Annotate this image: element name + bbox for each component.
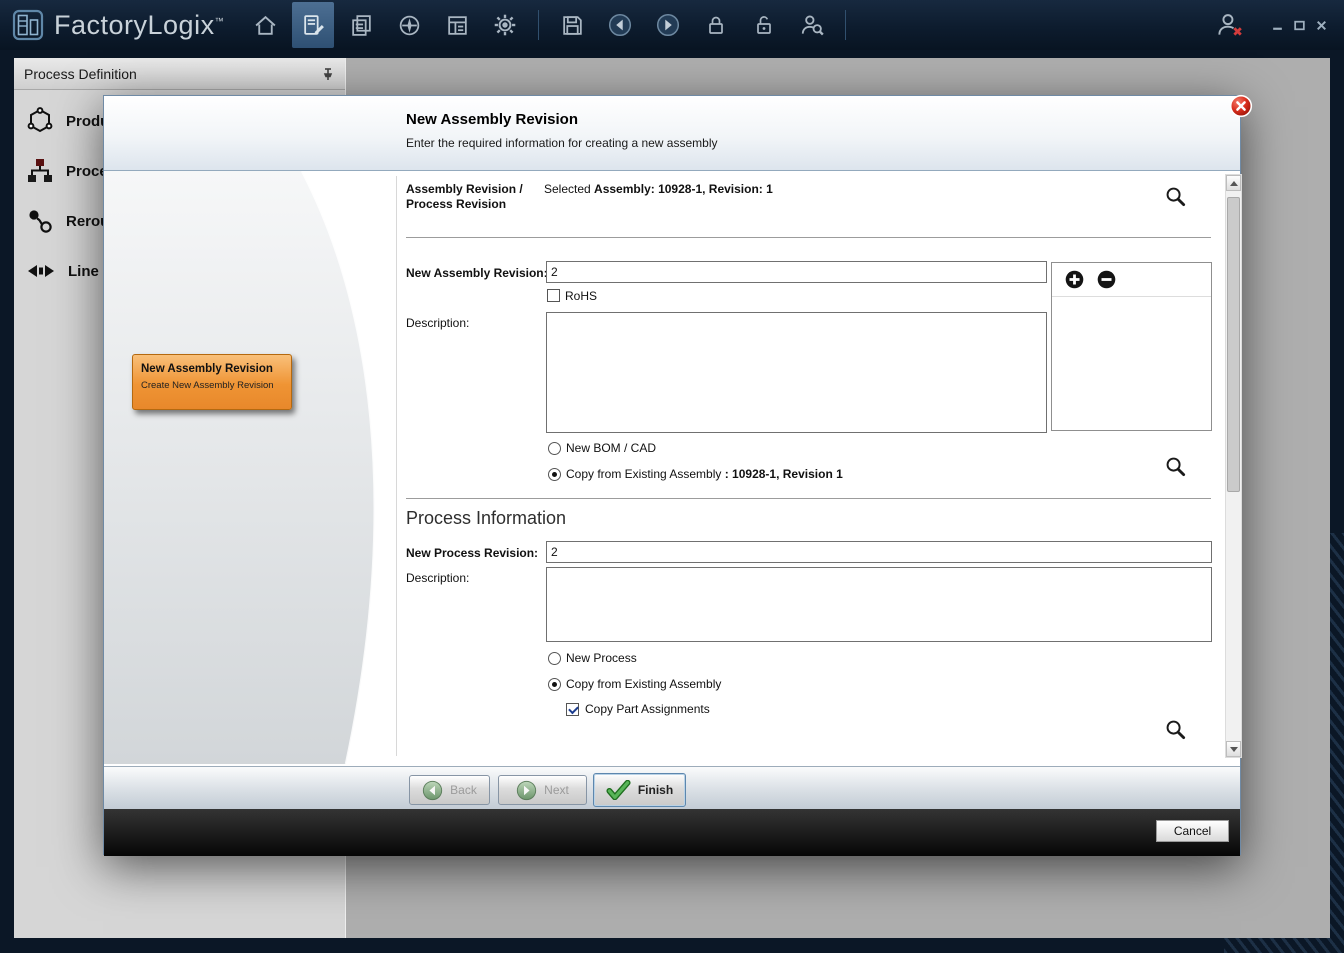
home-icon[interactable] <box>244 2 286 48</box>
app-logo-icon <box>12 9 44 41</box>
selected-assembly-text: Selected Assembly: 10928-1, Revision: 1 <box>544 182 773 196</box>
new-process-revision-label: New Process Revision: <box>406 546 538 560</box>
vertical-scrollbar[interactable] <box>1225 174 1242 758</box>
wizard-curve <box>104 171 396 764</box>
new-bom-cad-label: New BOM / CAD <box>566 441 656 455</box>
copy-label-value: : 10928-1, Revision 1 <box>725 467 843 481</box>
process-information-heading: Process Information <box>406 508 566 529</box>
app-title: FactoryLogix™ <box>54 10 224 41</box>
dialog-close-button[interactable] <box>1229 94 1253 118</box>
undo-icon[interactable] <box>599 2 641 48</box>
process-copy-from-existing-radio[interactable] <box>548 678 561 691</box>
back-arrow-icon <box>422 780 443 801</box>
new-process-label: New Process <box>566 651 637 665</box>
assembly-description-label: Description: <box>406 316 469 330</box>
back-button[interactable]: Back <box>409 775 490 805</box>
save-icon[interactable] <box>551 2 593 48</box>
next-button[interactable]: Next <box>498 775 587 805</box>
scroll-up-button[interactable] <box>1226 175 1241 191</box>
dialog-bottom-strip: Cancel <box>104 809 1240 856</box>
copy-label-text: Copy from Existing Assembly <box>566 467 725 481</box>
toolbar-separator <box>845 10 846 40</box>
lock-icon[interactable] <box>695 2 737 48</box>
finish-button-label: Finish <box>638 783 673 797</box>
new-assembly-revision-input[interactable] <box>546 261 1047 283</box>
dialog-subtitle: Enter the required information for creat… <box>406 136 718 150</box>
toolbar-separator <box>538 10 539 40</box>
assembly-search-icon[interactable] <box>1163 184 1187 208</box>
new-assembly-revision-dialog: New Assembly Revision Enter the required… <box>103 95 1241 855</box>
rohs-checkbox[interactable] <box>547 289 560 302</box>
minimize-button[interactable] <box>1271 19 1284 32</box>
dialog-footer: Back Next Finish <box>104 766 1240 809</box>
copy-assembly-search-icon[interactable] <box>1163 454 1187 478</box>
copy-part-assignments-checkbox[interactable] <box>566 703 579 716</box>
cancel-button[interactable]: Cancel <box>1156 820 1229 842</box>
assembly-description-textarea[interactable] <box>546 312 1047 433</box>
dialog-title: New Assembly Revision <box>406 111 578 128</box>
new-bom-cad-radio[interactable] <box>548 442 561 455</box>
reports-icon[interactable] <box>436 2 478 48</box>
scroll-down-button[interactable] <box>1226 741 1241 757</box>
copy-from-existing-assembly-label: Copy from Existing Assembly : 10928-1, R… <box>566 467 843 481</box>
user-search-icon[interactable] <box>791 2 833 48</box>
close-window-button[interactable] <box>1315 19 1328 32</box>
remove-icon[interactable] <box>1097 270 1116 289</box>
copy-part-assignments-label: Copy Part Assignments <box>585 702 710 716</box>
content-divider-line <box>396 176 397 756</box>
attachments-toolbar <box>1052 263 1211 297</box>
wizard-step-subtitle: Create New Assembly Revision <box>141 380 283 391</box>
process-copy-from-existing-label: Copy from Existing Assembly <box>566 677 721 691</box>
finish-check-icon <box>606 780 631 800</box>
pin-icon[interactable] <box>321 67 335 81</box>
process-definition-icon[interactable] <box>292 2 334 48</box>
new-process-revision-input[interactable] <box>546 541 1212 563</box>
trademark-symbol: ™ <box>215 16 225 26</box>
new-assembly-revision-label: New Assembly Revision: <box>406 266 548 280</box>
scrollbar-thumb[interactable] <box>1227 197 1240 492</box>
window-controls <box>1214 10 1344 40</box>
next-arrow-icon <box>516 780 537 801</box>
panel-header: Process Definition <box>14 58 345 90</box>
add-icon[interactable] <box>1065 270 1084 289</box>
wizard-sidebar <box>104 171 396 764</box>
maximize-button[interactable] <box>1293 19 1306 32</box>
process-description-textarea[interactable] <box>546 567 1212 642</box>
assembly-section-label-line1: Assembly Revision / <box>406 182 523 196</box>
titlebar: FactoryLogix™ <box>0 0 1344 50</box>
copy-from-existing-assembly-radio[interactable] <box>548 468 561 481</box>
assembly-section-label-line2: Process Revision <box>406 197 506 211</box>
selected-assembly-value: Assembly: 10928-1, Revision: 1 <box>594 182 773 196</box>
dialog-header: New Assembly Revision Enter the required… <box>104 96 1240 171</box>
process-description-label: Description: <box>406 571 469 585</box>
new-process-radio[interactable] <box>548 652 561 665</box>
wizard-step-card: New Assembly Revision Create New Assembl… <box>132 354 292 410</box>
attachments-list[interactable] <box>1052 297 1211 430</box>
back-button-label: Back <box>450 783 477 797</box>
next-button-label: Next <box>544 783 569 797</box>
section-divider <box>406 498 1211 499</box>
redo-icon[interactable] <box>647 2 689 48</box>
attachments-box <box>1051 262 1212 431</box>
logout-user-icon[interactable] <box>1214 10 1244 40</box>
finish-button[interactable]: Finish <box>593 773 686 807</box>
section-divider <box>406 237 1211 238</box>
logoff-lock-icon[interactable] <box>743 2 785 48</box>
wizard-step-title: New Assembly Revision <box>141 363 283 375</box>
settings-gear-icon[interactable] <box>484 2 526 48</box>
app-title-text: FactoryLogix <box>54 10 215 40</box>
templates-icon[interactable] <box>340 2 382 48</box>
process-search-icon[interactable] <box>1163 717 1187 741</box>
main-toolbar <box>244 2 852 48</box>
rohs-label: RoHS <box>565 289 597 303</box>
panel-title: Process Definition <box>24 66 137 82</box>
selected-prefix: Selected <box>544 182 594 196</box>
navigation-icon[interactable] <box>388 2 430 48</box>
